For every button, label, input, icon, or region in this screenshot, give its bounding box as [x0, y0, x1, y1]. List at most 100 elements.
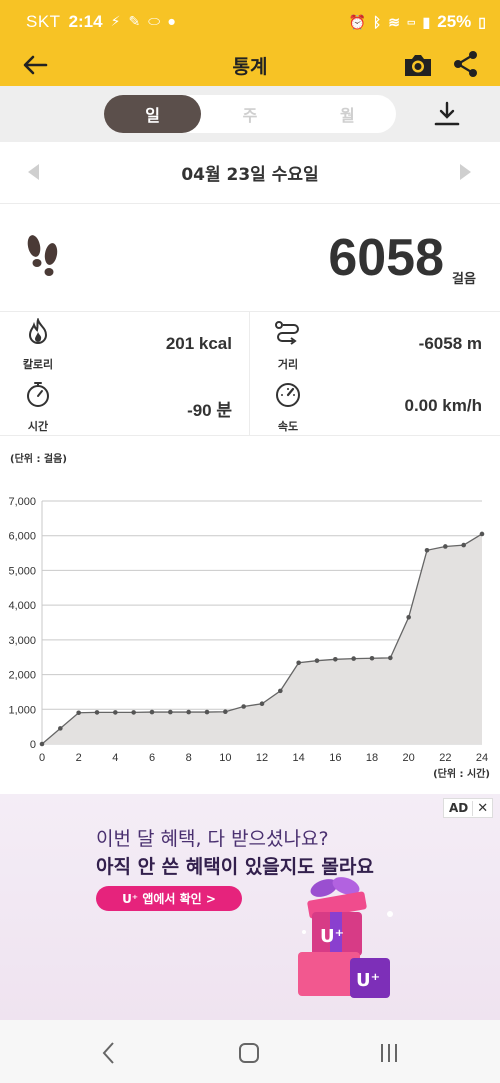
- data-point: [296, 660, 301, 666]
- data-point: [113, 710, 118, 715]
- calories-label: 칼로리: [22, 358, 54, 371]
- speedometer-icon: [276, 383, 300, 407]
- time-value: -90 분: [187, 401, 232, 420]
- data-point: [461, 542, 466, 548]
- route-icon: [275, 321, 299, 345]
- calories-value: 201 kcal: [165, 334, 232, 353]
- data-point: [58, 726, 63, 731]
- y-tick-label: 5,000: [8, 565, 36, 577]
- nav-back-icon[interactable]: [96, 1040, 122, 1066]
- data-point: [443, 544, 448, 549]
- gift-logo-text: U⁺: [320, 926, 344, 947]
- speed-value: 0.00 km/h: [404, 396, 483, 415]
- data-point: [168, 709, 173, 715]
- x-tick-label: 4: [112, 752, 118, 764]
- x-tick-label: 0: [39, 752, 45, 764]
- steps-summary: 6058 걸음: [0, 204, 500, 312]
- battery-icon: ▯: [478, 14, 486, 30]
- steps-chart: (단위 : 걸음) 0 1,000 2,000 3,000 4,000 5,000 6,00…: [0, 436, 500, 794]
- pill-icon: ⬭: [148, 14, 161, 30]
- tab-day[interactable]: 일: [104, 95, 202, 133]
- x-tick-label: 2: [76, 752, 82, 764]
- system-nav-bar: [0, 1020, 500, 1083]
- gift-box-icon: U⁺ U⁺: [298, 877, 393, 998]
- bluetooth-icon: ᛒ: [372, 14, 382, 30]
- x-tick-label: 8: [186, 752, 192, 764]
- steps-unit: 걸음: [452, 272, 476, 287]
- time-label: 시간: [27, 420, 49, 433]
- clock: 2:14: [68, 12, 103, 31]
- data-point: [424, 547, 430, 553]
- ad-banner[interactable]: AD ✕ 이번 달 혜택, 다 받으셨나요? 아직 안 쓴 혜택이 있을지도 몰…: [0, 794, 500, 1020]
- date-navigator: 04월 23일 수요일: [0, 142, 500, 204]
- dot-icon: ●: [168, 17, 176, 26]
- next-day-arrow-icon[interactable]: [460, 164, 471, 180]
- tab-month[interactable]: 월: [299, 95, 396, 133]
- data-point: [351, 656, 356, 661]
- app-bar: 통계: [0, 44, 500, 86]
- ad-headline: 이번 달 혜택, 다 받으셨나요?: [96, 828, 329, 850]
- ad-badge: AD ✕: [443, 798, 494, 818]
- data-point: [223, 709, 228, 715]
- data-point: [388, 655, 393, 661]
- period-segmented-control: 일 주 월: [104, 95, 396, 133]
- ad-close-icon[interactable]: ✕: [472, 800, 492, 816]
- x-tick-label: 24: [476, 752, 488, 764]
- data-point: [131, 710, 136, 715]
- y-tick-label: 2,000: [8, 670, 36, 682]
- previous-day-arrow-icon[interactable]: [28, 164, 39, 180]
- volte-icon: ▭: [407, 16, 416, 27]
- x-tick-label: 22: [439, 752, 451, 764]
- y-tick-label: 3,000: [8, 635, 36, 647]
- signal-icon: ▮: [422, 14, 431, 30]
- data-point: [241, 704, 246, 709]
- data-point: [278, 688, 283, 694]
- wifi-icon: ≋: [388, 14, 401, 30]
- carrier-label: SKT: [26, 12, 61, 31]
- data-point: [94, 710, 100, 715]
- nav-home-icon[interactable]: [236, 1040, 262, 1066]
- y-tick-label: 7,000: [8, 496, 36, 508]
- data-point: [39, 741, 45, 747]
- ad-label: AD: [449, 801, 469, 815]
- data-point: [314, 658, 320, 663]
- steps-count: 6058: [328, 229, 444, 287]
- speed-label: 속도: [277, 420, 299, 433]
- battery-percent: 25%: [437, 12, 472, 31]
- x-tick-label: 20: [403, 752, 415, 764]
- x-tick-label: 18: [366, 752, 378, 764]
- nav-recents-icon[interactable]: [376, 1040, 402, 1066]
- camera-icon[interactable]: [402, 49, 434, 81]
- data-point: [479, 531, 485, 537]
- current-date: 04월 23일 수요일: [181, 165, 319, 185]
- x-tick-label: 12: [256, 752, 268, 764]
- gift-logo-text-2: U⁺: [356, 970, 380, 991]
- tab-week[interactable]: 주: [201, 95, 298, 133]
- data-point: [149, 709, 155, 715]
- stopwatch-icon: [27, 382, 49, 407]
- share-icon[interactable]: [452, 49, 480, 79]
- stats-divider: [249, 312, 250, 436]
- stats-grid: 칼로리 201 kcal 거리 -6058 m 시간 -90 분 속도 0.00…: [0, 312, 500, 436]
- footprints-icon: [27, 235, 58, 276]
- distance-value: -6058 m: [418, 334, 482, 353]
- x-tick-label: 10: [219, 752, 231, 764]
- ad-cta-button[interactable]: U⁺ 앱에서 확인 >: [96, 886, 242, 911]
- download-icon[interactable]: [432, 100, 462, 128]
- x-tick-label: 16: [329, 752, 341, 764]
- y-tick-label: 0: [30, 739, 36, 751]
- distance-label: 거리: [277, 358, 299, 371]
- bolt-icon: ⚡: [110, 14, 121, 30]
- status-bar: SKT 2:14 ⚡ ✎ ⬭ ● ⏰ ᛒ ≋ ▭ ▮ 25% ▯: [0, 0, 500, 44]
- period-tab-area: 일 주 월: [0, 86, 500, 142]
- x-tick-label: 14: [293, 752, 305, 764]
- back-arrow-icon[interactable]: [20, 50, 50, 80]
- x-axis-label: (단위 : 시간): [433, 767, 490, 780]
- app-notification-icon: ✎: [128, 14, 141, 30]
- data-point: [186, 709, 191, 715]
- x-tick-label: 6: [149, 752, 155, 764]
- y-tick-label: 6,000: [8, 531, 36, 543]
- y-tick-label: 4,000: [8, 600, 36, 612]
- steps-area-chart: 01,0002,0003,0004,0005,0006,0007,0000 2 4 6…: [8, 496, 490, 780]
- alarm-icon: ⏰: [348, 14, 366, 30]
